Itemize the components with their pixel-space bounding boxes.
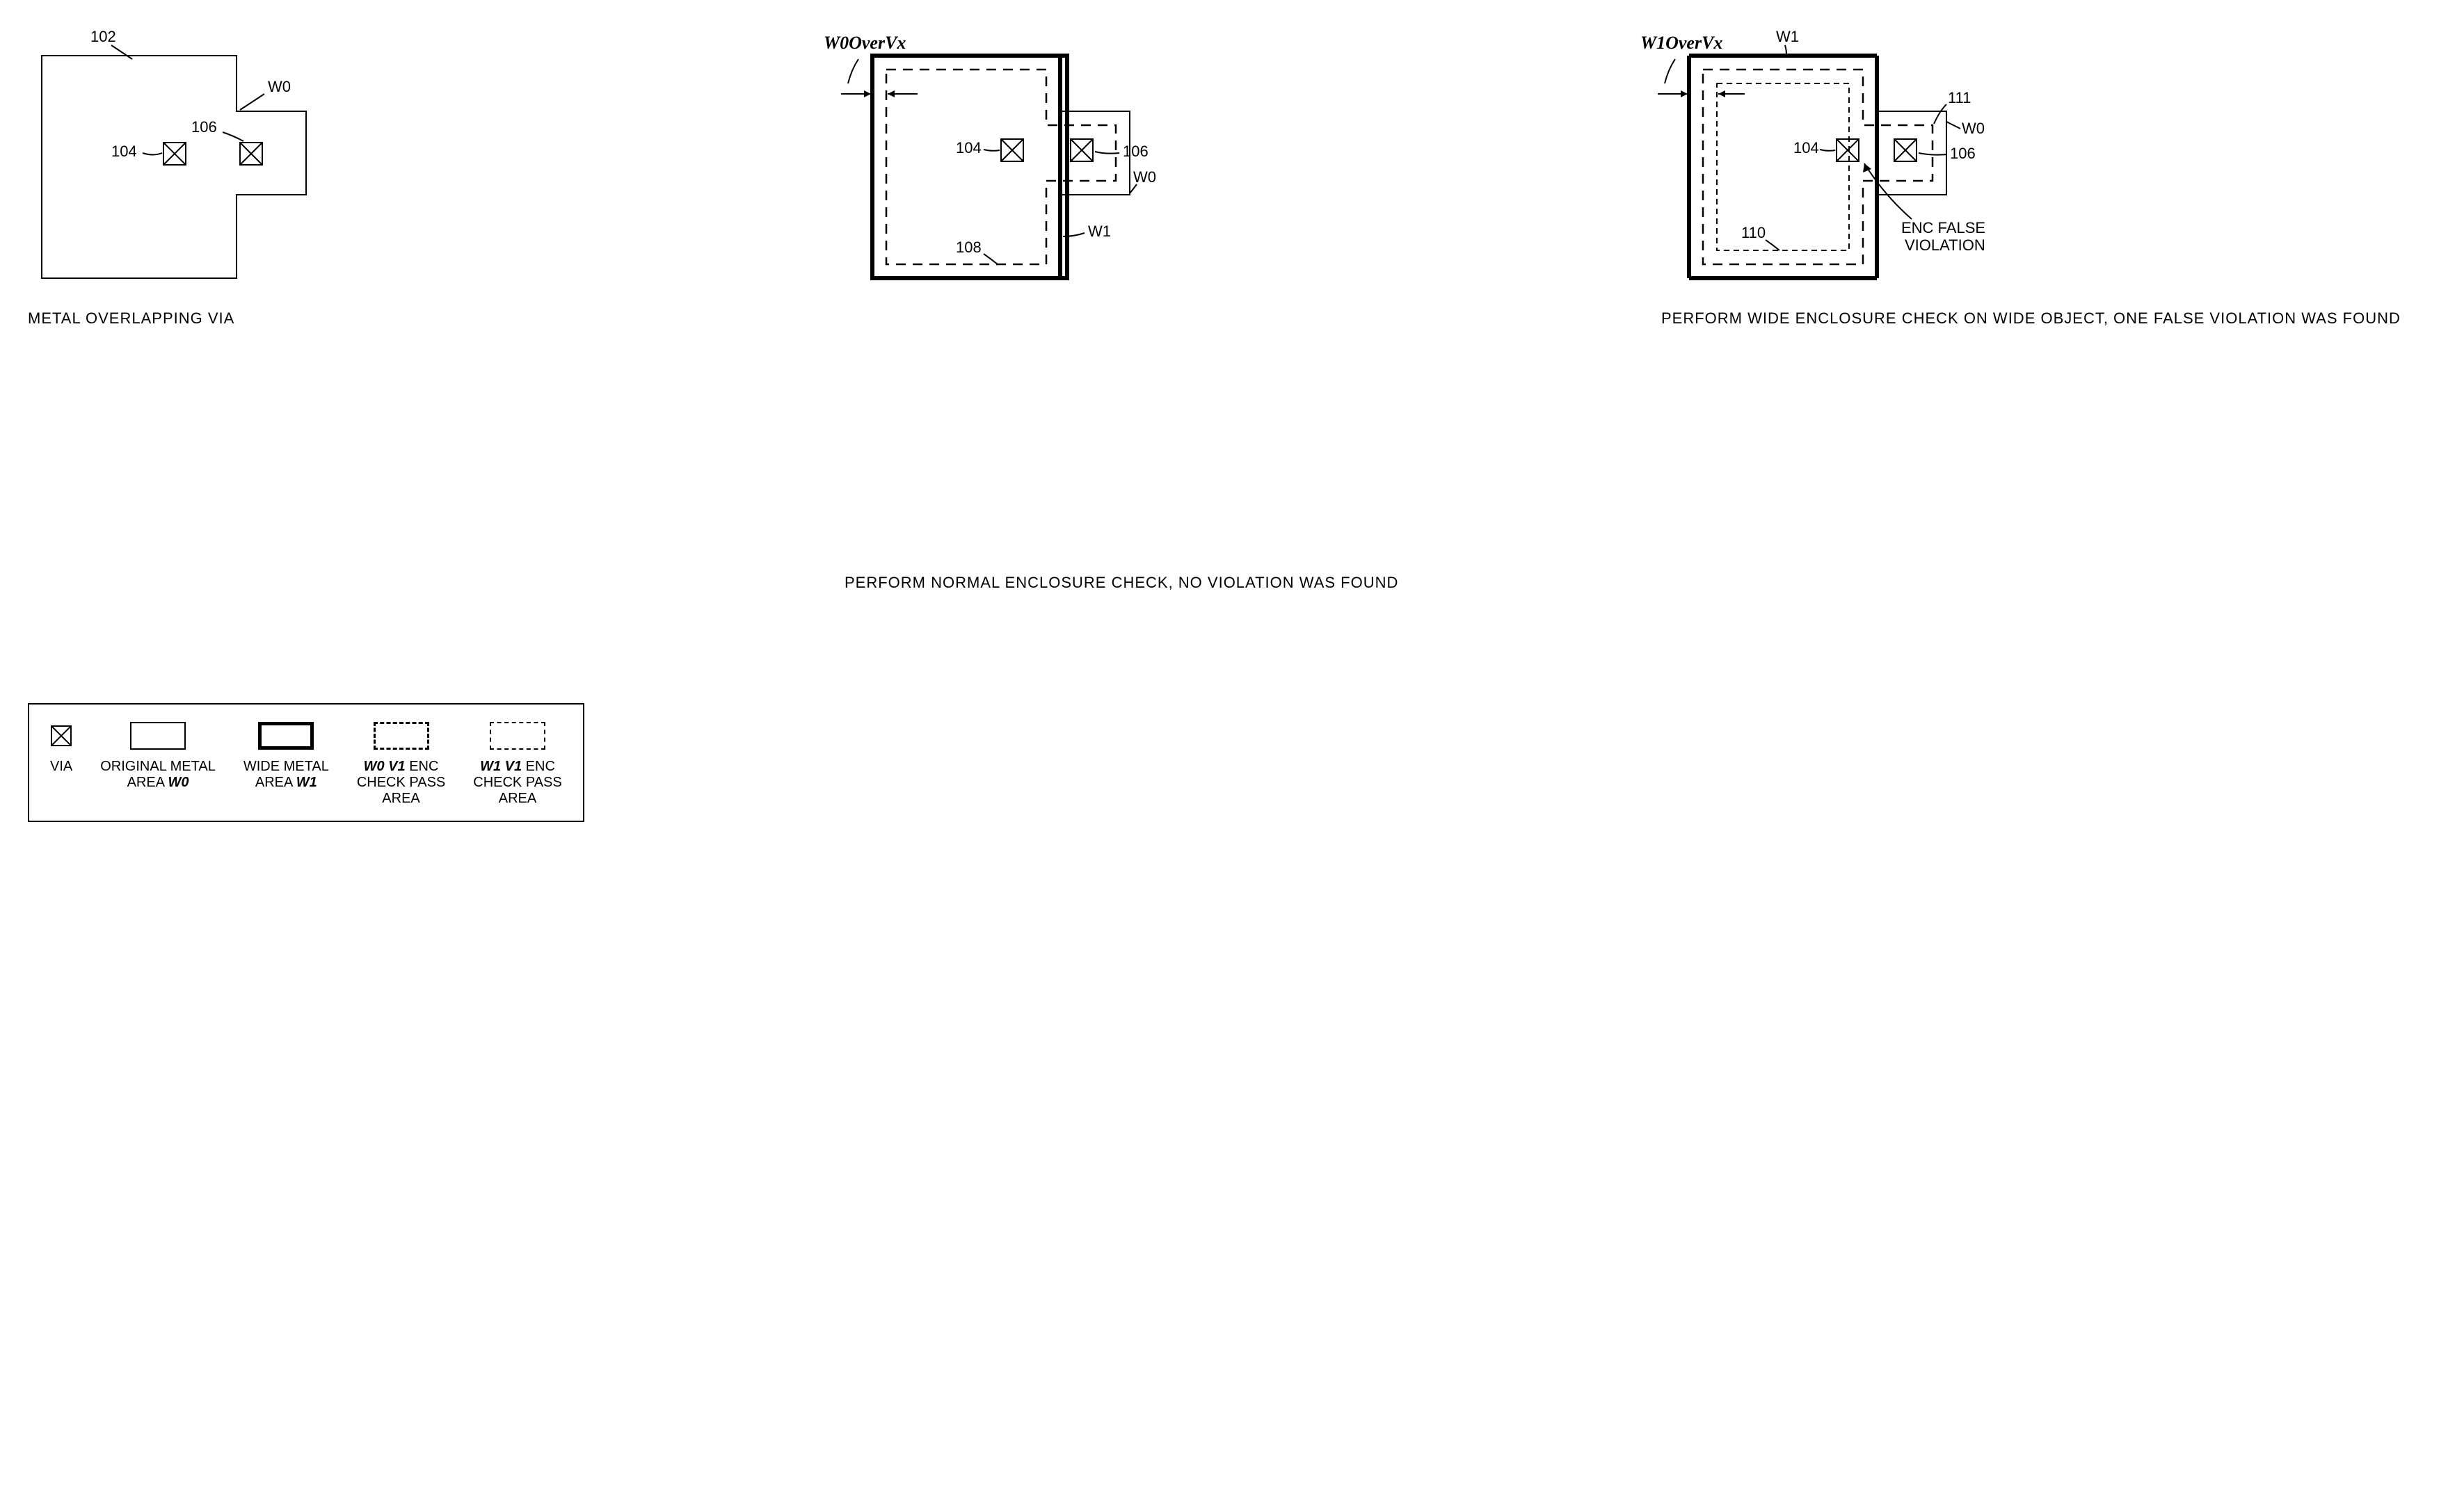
leader-w1-p3 bbox=[1785, 45, 1786, 54]
dim-w1overvx: W1OverVx bbox=[1640, 33, 1722, 53]
t: WIDE METAL bbox=[243, 759, 329, 774]
t: AREA bbox=[255, 775, 292, 790]
ref-106-p1: 106 bbox=[191, 118, 217, 136]
panel2-svg-clean: W0OverVx bbox=[845, 28, 1151, 292]
dash-rect-fine-icon bbox=[490, 722, 545, 750]
caption-3: PERFORM WIDE ENCLOSURE CHECK ON WIDE OBJ… bbox=[1661, 309, 2436, 328]
arrowhead-l-p3 bbox=[1718, 90, 1725, 97]
ref-102: 102 bbox=[90, 28, 116, 45]
leader-w0-p1 bbox=[240, 94, 264, 110]
leader-106-p1 bbox=[223, 132, 243, 141]
arrowhead-l-p2 bbox=[888, 90, 895, 97]
via-icon bbox=[51, 725, 72, 746]
thick-rect-icon bbox=[258, 722, 314, 750]
leader-104-p1 bbox=[143, 153, 162, 155]
ref-104-p3: 104 bbox=[1793, 139, 1819, 156]
panel-wide-enclosure: W1OverVx 104 bbox=[1661, 28, 2436, 592]
leader-104-p3 bbox=[1820, 150, 1835, 151]
dash-check-p2 bbox=[886, 70, 1116, 264]
leader-false bbox=[1864, 163, 1912, 219]
t: AREA bbox=[127, 775, 164, 790]
false-label-1: ENC FALSE bbox=[1901, 219, 1985, 236]
leader-w1-p2 bbox=[1063, 233, 1085, 236]
false-label-2: VIOLATION bbox=[1905, 236, 1985, 254]
leader-110 bbox=[1766, 240, 1779, 250]
dim-w0overvx: W0OverVx bbox=[824, 33, 906, 53]
ref-w1-p3: W1 bbox=[1776, 28, 1799, 45]
ref-w1-p2: W1 bbox=[1088, 223, 1111, 240]
dash-rect-icon bbox=[374, 722, 429, 750]
leader-106-p3 bbox=[1919, 153, 1946, 155]
ref-w0-p1: W0 bbox=[268, 78, 291, 95]
via-104-p3 bbox=[1837, 139, 1859, 161]
via-106-p3 bbox=[1894, 139, 1917, 161]
legend: VIA ORIGINAL METAL AREA W0 WIDE METAL AR… bbox=[28, 703, 584, 822]
t: W1 V1 bbox=[480, 759, 522, 774]
legend-via: VIA bbox=[50, 718, 72, 775]
via-106-p1 bbox=[240, 143, 262, 165]
t: W0 bbox=[168, 775, 189, 790]
ref-w0-p3: W0 bbox=[1962, 120, 1985, 137]
ref-w0-p2: W0 bbox=[1133, 168, 1156, 186]
via-104-p1 bbox=[163, 143, 186, 165]
t: AREA bbox=[382, 791, 419, 807]
leader-102 bbox=[111, 45, 132, 59]
leader-111 bbox=[1934, 104, 1946, 124]
t: CHECK PASS bbox=[357, 775, 445, 791]
t: W0 V1 bbox=[364, 759, 406, 774]
legend-w1v1: W1 V1 ENC CHECK PASS AREA bbox=[473, 718, 561, 807]
leader-106-p2 bbox=[1095, 152, 1119, 154]
via-104-p2 bbox=[1001, 139, 1023, 161]
legend-original: ORIGINAL METAL AREA W0 bbox=[100, 718, 216, 791]
metal-shape bbox=[42, 56, 306, 278]
panel1-svg: 102 W0 104 106 bbox=[28, 28, 327, 292]
t: W1 bbox=[296, 775, 317, 790]
t: ENC bbox=[526, 759, 555, 774]
thin-rect-icon bbox=[130, 722, 186, 750]
t: CHECK PASS bbox=[473, 775, 561, 791]
ref-104-p1: 104 bbox=[111, 143, 137, 160]
legend-via-label: VIA bbox=[50, 759, 72, 775]
leader-w0-p3 bbox=[1946, 122, 1960, 129]
via-106-p2 bbox=[1071, 139, 1093, 161]
ref-111: 111 bbox=[1948, 89, 1971, 106]
arrowhead-r-p3 bbox=[1681, 90, 1688, 97]
ref-110: 110 bbox=[1741, 224, 1766, 241]
ref-104-p2: 104 bbox=[956, 139, 982, 156]
ref-106-p3: 106 bbox=[1950, 145, 1976, 162]
arrowhead-r-p2 bbox=[864, 90, 871, 97]
diagram-row: 102 W0 104 106 METAL OVERLAPPING VIA bbox=[28, 28, 2436, 592]
leader-108 bbox=[984, 254, 998, 264]
dim-leader-p2 bbox=[848, 59, 858, 83]
caption-1: METAL OVERLAPPING VIA bbox=[28, 309, 803, 328]
t: ENC bbox=[409, 759, 438, 774]
caption-2: PERFORM NORMAL ENCLOSURE CHECK, NO VIOLA… bbox=[845, 574, 1619, 592]
panel-metal-overlapping-via: 102 W0 104 106 METAL OVERLAPPING VIA bbox=[28, 28, 803, 592]
dim-leader-p3 bbox=[1665, 59, 1675, 83]
legend-w0v1: W0 V1 ENC CHECK PASS AREA bbox=[357, 718, 445, 807]
t: AREA bbox=[499, 791, 536, 807]
t: ORIGINAL METAL bbox=[100, 759, 216, 774]
legend-wide: WIDE METAL AREA W1 bbox=[243, 718, 329, 791]
leader-104-p2 bbox=[984, 150, 1000, 151]
dash-inner-p3 bbox=[1717, 83, 1849, 250]
dash-outer-p3 bbox=[1703, 70, 1933, 264]
panel3-svg: W1OverVx 104 bbox=[1661, 28, 1988, 292]
w0-ext-p3 bbox=[1877, 111, 1946, 195]
ref-106-p2: 106 bbox=[1123, 143, 1149, 160]
ref-108: 108 bbox=[956, 239, 982, 256]
panel-normal-enclosure: W0OverVx bbox=[845, 28, 1619, 592]
